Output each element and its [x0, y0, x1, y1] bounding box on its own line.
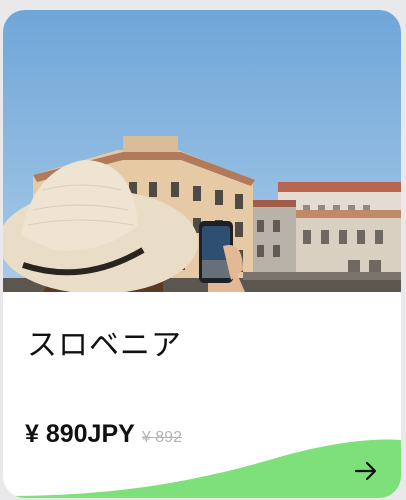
destination-photo [3, 10, 401, 292]
destination-title: スロベニア [27, 328, 182, 363]
destination-card[interactable]: スロベニア ¥ 890JPY ¥ 892 [3, 10, 401, 498]
accent-wave [3, 439, 401, 498]
arrow-right-icon[interactable] [351, 456, 381, 486]
